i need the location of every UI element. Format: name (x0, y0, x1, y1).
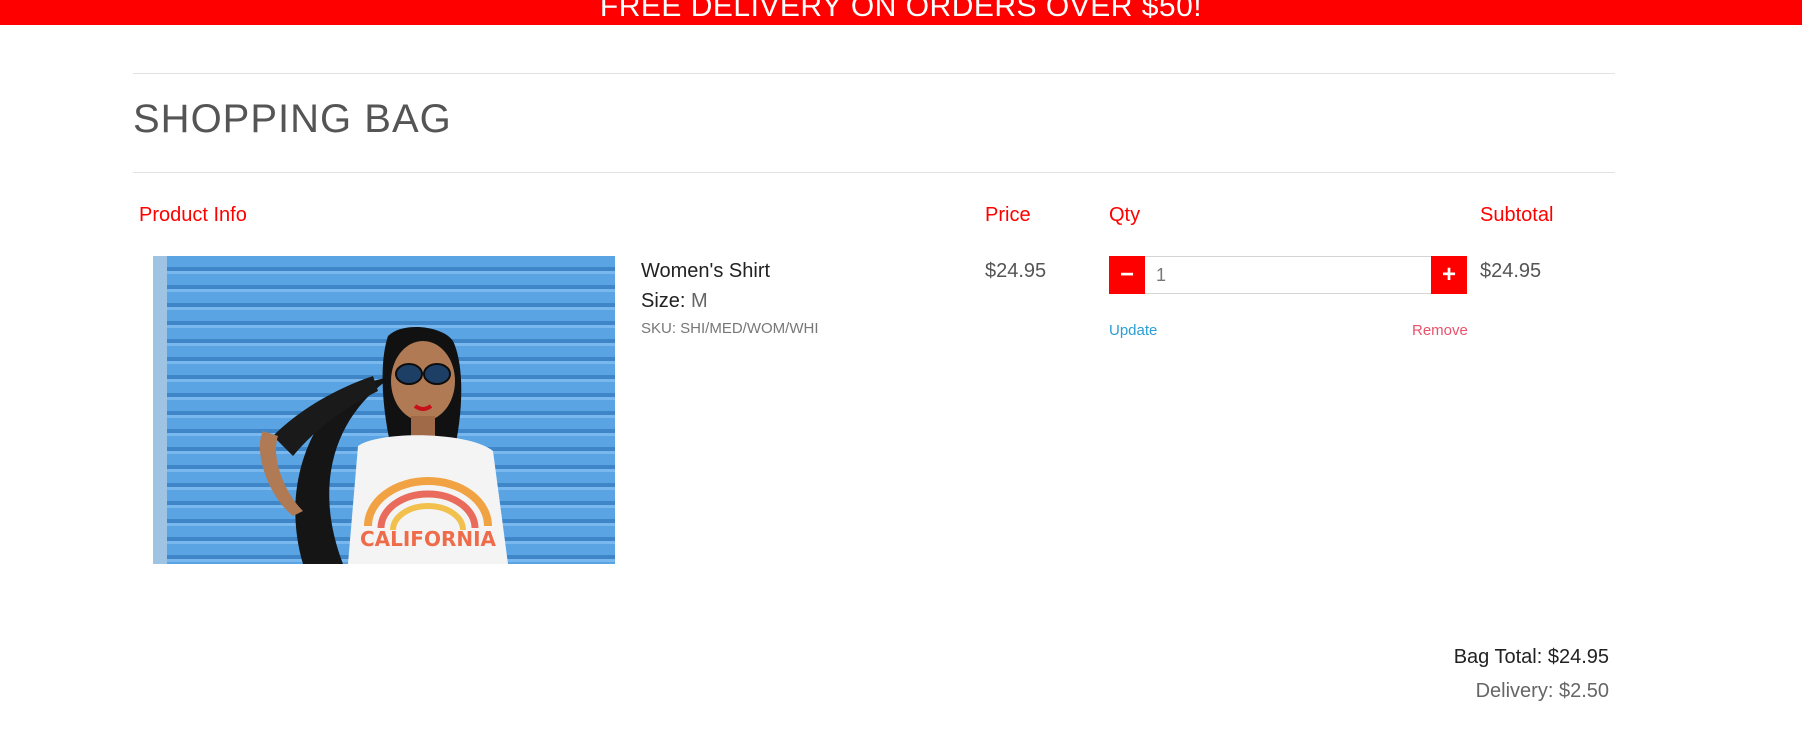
promo-banner: FREE DELIVERY ON ORDERS OVER $50! (0, 0, 1802, 25)
increase-quantity-button[interactable]: + (1431, 256, 1467, 294)
quantity-input[interactable] (1146, 258, 1428, 292)
size-value: M (691, 290, 708, 312)
decrease-quantity-button[interactable]: − (1109, 256, 1145, 294)
product-size: Size: M (641, 290, 708, 313)
bag-total: Bag Total: $24.95 (1453, 646, 1609, 668)
promo-banner-text: FREE DELIVERY ON ORDERS OVER $50! (599, 0, 1203, 23)
page-title: SHOPPING BAG (133, 97, 452, 141)
update-link[interactable]: Update (1109, 322, 1157, 339)
shirt-print-text: CALIFORNIA (360, 527, 497, 551)
product-name[interactable]: Women's Shirt (641, 260, 770, 283)
header-qty: Qty (1109, 204, 1141, 226)
item-subtotal: $24.95 (1480, 260, 1542, 282)
delivery-cost: Delivery: $2.50 (1475, 680, 1609, 702)
item-price: $24.95 (985, 260, 1047, 282)
top-divider (133, 73, 1615, 74)
header-price: Price (985, 204, 1031, 226)
header-product-info: Product Info (139, 204, 247, 226)
product-sku: SKU: SHI/MED/WOM/WHI (641, 320, 819, 337)
product-photo-illustration: CALIFORNIA (153, 256, 615, 564)
size-label: Size: (641, 290, 686, 312)
header-subtotal: Subtotal (1480, 204, 1554, 226)
product-image[interactable]: CALIFORNIA (153, 256, 615, 564)
remove-link[interactable]: Remove (1412, 322, 1468, 339)
title-divider (133, 172, 1615, 173)
